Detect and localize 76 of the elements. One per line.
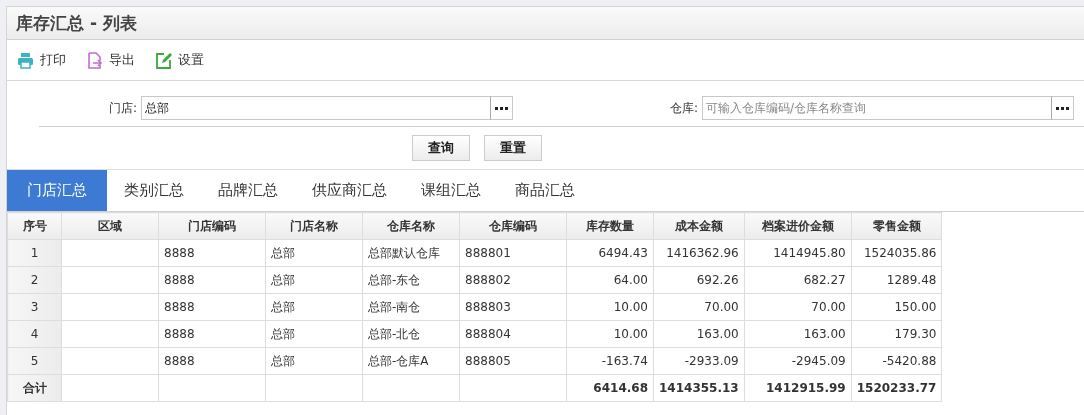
more-icon[interactable] bbox=[1051, 96, 1074, 120]
field-label: 仓库: bbox=[668, 99, 699, 117]
table-cell: -5420.88 bbox=[851, 347, 942, 375]
table-cell: 163.00 bbox=[653, 320, 745, 348]
query-button[interactable]: 查询 bbox=[412, 135, 470, 161]
column-header[interactable]: 库存数量 bbox=[566, 212, 654, 240]
settings-button[interactable]: 设置 bbox=[155, 51, 204, 69]
table-cell: 8888 bbox=[158, 320, 266, 348]
table-cell: 888803 bbox=[459, 293, 567, 321]
column-header[interactable]: 序号 bbox=[7, 212, 62, 240]
table-cell: -2945.09 bbox=[744, 347, 852, 375]
table-cell: 8888 bbox=[158, 347, 266, 375]
table-cell: 总部 bbox=[265, 293, 363, 321]
print-button[interactable]: 打印 bbox=[17, 51, 66, 69]
table-cell: 888804 bbox=[459, 320, 567, 348]
column-header[interactable]: 仓库编码 bbox=[459, 212, 567, 240]
table-cell: -2933.09 bbox=[653, 347, 745, 375]
table-cell: 888801 bbox=[459, 239, 567, 267]
table-cell: 1414945.80 bbox=[744, 239, 852, 267]
table-cell: 70.00 bbox=[653, 293, 745, 321]
total-label: 合计 bbox=[7, 374, 62, 402]
edit-icon bbox=[155, 51, 172, 69]
row-number: 2 bbox=[7, 266, 62, 294]
printer-icon bbox=[17, 51, 34, 69]
table-cell: 1289.48 bbox=[851, 266, 942, 294]
table-cell: 总部 bbox=[265, 266, 363, 294]
table-cell: 1416362.96 bbox=[653, 239, 745, 267]
table-cell: 150.00 bbox=[851, 293, 942, 321]
table-cell: 总部-北仓 bbox=[362, 320, 460, 348]
table-cell: 179.30 bbox=[851, 320, 942, 348]
table-cell: 总部 bbox=[265, 320, 363, 348]
export-button[interactable]: 导出 bbox=[86, 51, 135, 69]
row-number: 4 bbox=[7, 320, 62, 348]
tab[interactable]: 门店汇总 bbox=[7, 170, 107, 211]
warehouse-field[interactable]: 可输入仓库编码/仓库名称查询 bbox=[702, 96, 1051, 120]
reset-button[interactable]: 重置 bbox=[484, 135, 542, 161]
table-cell: 10.00 bbox=[566, 320, 654, 348]
total-cell: 1414355.13 bbox=[653, 374, 745, 402]
column-header[interactable]: 仓库名称 bbox=[362, 212, 460, 240]
store-field[interactable]: 总部 bbox=[141, 96, 490, 120]
field-label: 门店: bbox=[107, 99, 138, 117]
more-icon[interactable] bbox=[490, 96, 513, 120]
table-cell: 总部 bbox=[265, 239, 363, 267]
table-cell: 888802 bbox=[459, 266, 567, 294]
table-cell: 总部-东仓 bbox=[362, 266, 460, 294]
table-cell: 8888 bbox=[158, 239, 266, 267]
table-cell: 888805 bbox=[459, 347, 567, 375]
table-cell: 6494.43 bbox=[566, 239, 654, 267]
total-cell: 1520233.77 bbox=[851, 374, 942, 402]
row-number: 1 bbox=[7, 239, 62, 267]
table-cell: 总部 bbox=[265, 347, 363, 375]
column-header[interactable]: 零售金额 bbox=[851, 212, 942, 240]
row-number: 5 bbox=[7, 347, 62, 375]
table-cell: 8888 bbox=[158, 293, 266, 321]
total-cell: 6414.68 bbox=[566, 374, 654, 402]
column-header[interactable]: 门店名称 bbox=[265, 212, 363, 240]
table-cell: 总部默认仓库 bbox=[362, 239, 460, 267]
table-cell: 8888 bbox=[158, 266, 266, 294]
column-header[interactable]: 档案进价金额 bbox=[744, 212, 852, 240]
table-cell: -163.74 bbox=[566, 347, 654, 375]
table-cell: 692.26 bbox=[653, 266, 745, 294]
column-header[interactable]: 门店编码 bbox=[158, 212, 266, 240]
table-cell: 682.27 bbox=[744, 266, 852, 294]
total-cell: 1412915.99 bbox=[744, 374, 852, 402]
table-cell: 1524035.86 bbox=[851, 239, 942, 267]
column-header[interactable]: 区域 bbox=[61, 212, 159, 240]
export-file-icon bbox=[86, 51, 103, 69]
column-header[interactable]: 成本金额 bbox=[653, 212, 745, 240]
table-cell: 总部-仓库A bbox=[362, 347, 460, 375]
table-cell: 10.00 bbox=[566, 293, 654, 321]
table-cell: 总部-南仓 bbox=[362, 293, 460, 321]
table-cell: 64.00 bbox=[566, 266, 654, 294]
window-title: 库存汇总 - 列表 bbox=[16, 11, 137, 35]
row-number: 3 bbox=[7, 293, 62, 321]
table-cell: 70.00 bbox=[744, 293, 852, 321]
table-cell: 163.00 bbox=[744, 320, 852, 348]
